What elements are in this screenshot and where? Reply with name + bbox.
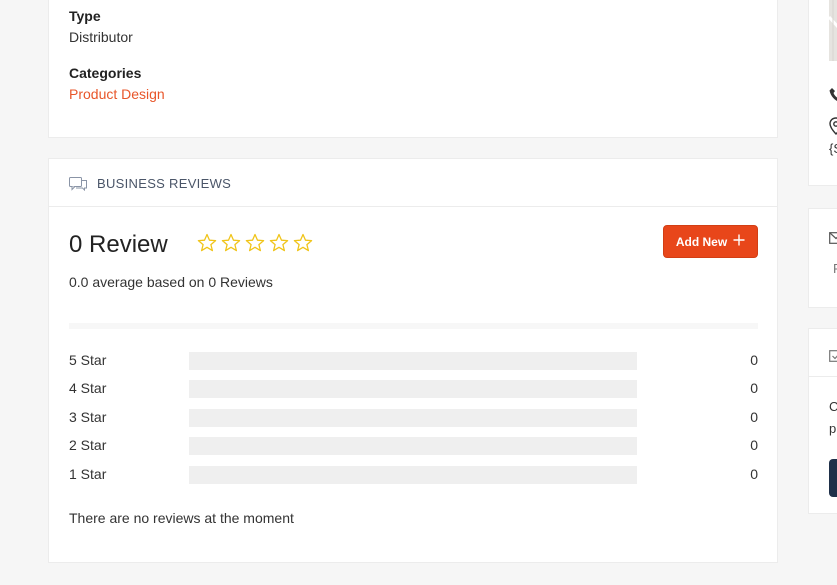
rating-count: 0 [750, 409, 758, 425]
star-outline-icon [197, 233, 217, 252]
claim-text-line1: C [829, 399, 837, 414]
rating-stars [197, 233, 313, 253]
reviews-section-title: BUSINESS REVIEWS [97, 176, 232, 191]
rating-row-2: 2 Star 0 [69, 436, 758, 456]
rating-count: 0 [750, 466, 758, 482]
rating-row-5: 5 Star 0 [69, 351, 758, 371]
address-text: {S [829, 141, 837, 156]
rating-bar [189, 380, 637, 398]
type-label: Type [69, 8, 101, 24]
rating-label: 3 Star [69, 409, 107, 425]
rating-label: 5 Star [69, 352, 107, 368]
add-new-label: Add New [675, 234, 728, 249]
categories-label: Categories [69, 65, 142, 81]
phone-icon [829, 87, 837, 108]
category-link-product-design[interactable]: Product Design [69, 86, 165, 102]
rating-row-3: 3 Star 0 [69, 408, 758, 428]
sidebar-location-card: {S [808, 0, 837, 186]
plus-icon [733, 234, 745, 249]
rating-row-1: 1 Star 0 [69, 465, 758, 485]
star-outline-icon [221, 233, 241, 252]
rating-bar [189, 409, 637, 427]
rating-count: 0 [750, 437, 758, 453]
check-envelope-icon [829, 349, 837, 367]
rating-label: 4 Star [69, 380, 107, 396]
type-value: Distributor [69, 29, 133, 45]
rating-row-4: 4 Star 0 [69, 379, 758, 399]
review-count: 0 Review [69, 231, 168, 258]
rating-count: 0 [750, 352, 758, 368]
reviews-chat-icon [69, 177, 87, 192]
average-rating-text: 0.0 average based on 0 Reviews [69, 274, 273, 290]
claim-card-divider [809, 376, 837, 377]
sidebar-claim-card: C p [808, 328, 837, 514]
rating-label: 2 Star [69, 437, 107, 453]
claim-text-line2: p [829, 421, 837, 436]
map-thumbnail[interactable] [827, 0, 837, 61]
claim-button[interactable] [829, 459, 837, 497]
business-reviews-card: BUSINESS REVIEWS 0 Review Add New 0.0 av… [48, 158, 778, 563]
reviews-divider [69, 323, 758, 329]
rating-bar [189, 466, 637, 484]
rating-count: 0 [750, 380, 758, 396]
rating-label: 1 Star [69, 466, 107, 482]
envelope-icon [829, 231, 837, 249]
star-outline-icon [245, 233, 265, 252]
sidebar-contact-card: F [808, 208, 837, 308]
star-outline-icon [269, 233, 289, 252]
no-reviews-message: There are no reviews at the moment [69, 510, 294, 526]
star-outline-icon [293, 233, 313, 252]
rating-bar [189, 352, 637, 370]
listing-info-card: Type Distributor Categories Product Desi… [48, 0, 778, 138]
map-pin-icon [829, 117, 837, 140]
add-new-review-button[interactable]: Add New [663, 225, 758, 258]
contact-form-field[interactable]: F [833, 261, 837, 276]
reviews-header: BUSINESS REVIEWS [49, 159, 777, 207]
rating-bar [189, 437, 637, 455]
